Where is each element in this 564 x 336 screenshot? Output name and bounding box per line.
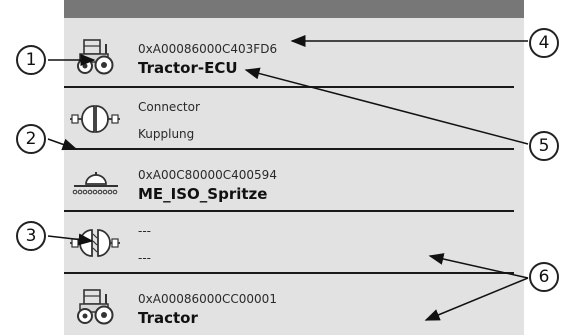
device-name: Tractor (138, 309, 198, 327)
tractor-icon (70, 32, 120, 78)
device-name: Tractor-ECU (138, 59, 238, 77)
tractor-icon (70, 282, 120, 328)
callout-2: 2 (16, 124, 46, 154)
device-row-unknown[interactable]: --- --- (64, 212, 524, 274)
device-name: ME_ISO_Spritze (138, 185, 268, 203)
list-header-bar (64, 0, 524, 18)
device-row-tractor-ecu[interactable]: 0xA00086000C403FD6 Tractor-ECU (64, 24, 524, 86)
callout-5: 5 (529, 131, 559, 161)
device-line1: --- (138, 224, 151, 238)
device-row-connector[interactable]: Connector Kupplung (64, 88, 524, 150)
device-id: 0xA00086000CC00001 (138, 292, 277, 306)
connector-split-icon (70, 220, 120, 266)
callout-4: 4 (529, 28, 559, 58)
device-id: 0xA00C80000C400594 (138, 168, 277, 182)
callout-1: 1 (16, 45, 46, 75)
device-row-me-iso-spritze[interactable]: 0xA00C80000C400594 ME_ISO_Spritze (64, 150, 524, 212)
sprayer-icon (70, 158, 120, 204)
device-line2: --- (138, 251, 151, 265)
device-row-tractor[interactable]: 0xA00086000CC00001 Tractor (64, 274, 524, 336)
callout-3: 3 (16, 221, 46, 251)
connector-icon (70, 96, 120, 142)
device-id: 0xA00086000C403FD6 (138, 42, 278, 56)
callout-6: 6 (529, 262, 559, 292)
device-line2: Kupplung (138, 127, 195, 141)
device-line1: Connector (138, 100, 200, 114)
